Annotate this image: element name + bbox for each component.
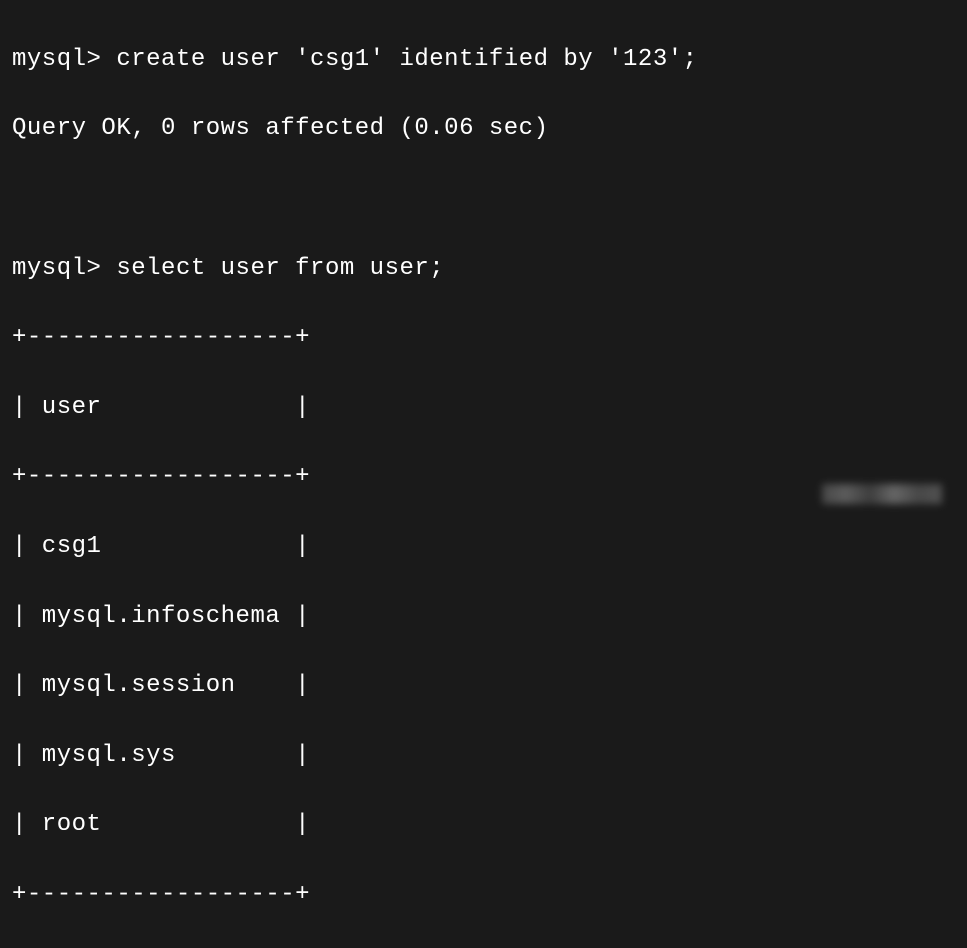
sql-command: create user 'csg1' identified by '123';: [116, 46, 697, 73]
command-line-1: mysql> create user 'csg1' identified by …: [12, 43, 955, 78]
table-border-mid: +------------------+: [12, 460, 955, 495]
prompt: mysql>: [12, 255, 101, 282]
query-response: Query OK, 0 rows affected (0.06 sec): [12, 112, 955, 147]
table-border-bottom: +------------------+: [12, 878, 955, 913]
blank-line: [12, 182, 955, 217]
table-row: | root |: [12, 808, 955, 843]
table-row: | mysql.session |: [12, 669, 955, 704]
table-row: | mysql.sys |: [12, 739, 955, 774]
watermark: [822, 484, 942, 504]
command-line-2: mysql> select user from user;: [12, 252, 955, 287]
terminal-output[interactable]: mysql> create user 'csg1' identified by …: [12, 8, 955, 948]
table-border-top: +------------------+: [12, 321, 955, 356]
table-header: | user |: [12, 391, 955, 426]
sql-command: select user from user;: [116, 255, 444, 282]
table-row: | mysql.infoschema |: [12, 600, 955, 635]
table-row: | csg1 |: [12, 530, 955, 565]
prompt: mysql>: [12, 46, 101, 73]
